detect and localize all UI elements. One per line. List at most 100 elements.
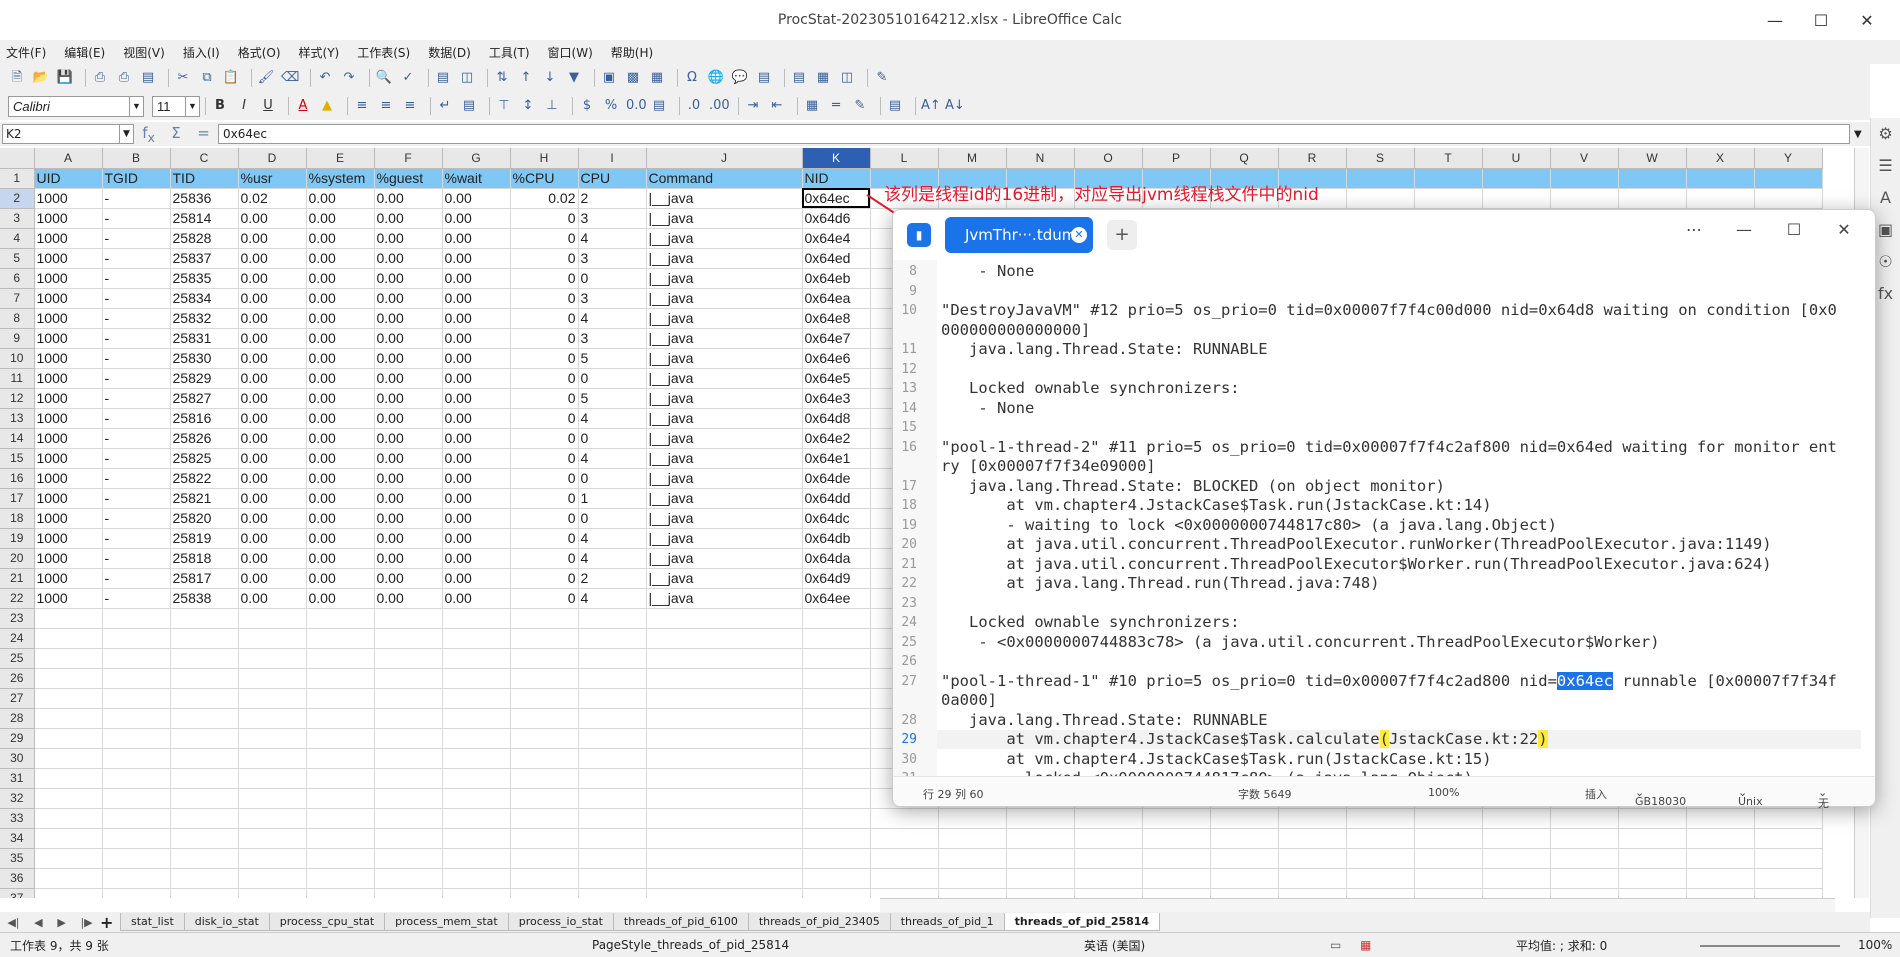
row-header[interactable]: 13 xyxy=(0,408,35,429)
cell[interactable]: 0.00 xyxy=(306,248,375,269)
cell[interactable]: 1000 xyxy=(34,348,103,369)
cell[interactable] xyxy=(578,888,647,898)
cell[interactable]: 0.00 xyxy=(442,448,511,469)
cell[interactable]: 25829 xyxy=(170,368,239,389)
cell[interactable] xyxy=(442,608,511,629)
cell[interactable] xyxy=(374,848,443,869)
currency-icon[interactable]: $ xyxy=(578,97,596,115)
cell[interactable] xyxy=(578,808,647,829)
cell[interactable] xyxy=(170,648,239,669)
cell[interactable]: 0.00 xyxy=(442,508,511,529)
cell[interactable]: 0.00 xyxy=(306,268,375,289)
text-direction-icon-2[interactable]: A↓ xyxy=(945,97,965,115)
cell[interactable] xyxy=(646,788,803,809)
cell[interactable]: 0.00 xyxy=(306,588,375,609)
cell[interactable] xyxy=(802,668,871,689)
minimize-icon[interactable]: — xyxy=(1752,11,1798,30)
cell[interactable]: - xyxy=(102,208,171,229)
cell[interactable] xyxy=(442,728,511,749)
find-icon[interactable]: 🔍 xyxy=(375,69,393,87)
cell[interactable]: 0.00 xyxy=(374,588,443,609)
cell[interactable] xyxy=(170,688,239,709)
add-tab-button[interactable]: + xyxy=(1107,220,1137,250)
cell[interactable] xyxy=(306,648,375,669)
cell[interactable]: 0.00 xyxy=(306,568,375,589)
cell[interactable]: 0.00 xyxy=(238,548,307,569)
cell[interactable]: 0.00 xyxy=(374,408,443,429)
cell[interactable] xyxy=(238,888,307,898)
cell[interactable]: 0.00 xyxy=(306,388,375,409)
cell[interactable] xyxy=(1414,168,1483,189)
insert-mode[interactable]: 插入 xyxy=(1585,786,1607,802)
sheet-tab[interactable]: disk_io_stat xyxy=(183,913,270,931)
font-size-combo[interactable]: 11 ▼ xyxy=(152,95,200,117)
eol-select[interactable]: Unix ⌄ xyxy=(1738,786,1763,808)
cell[interactable] xyxy=(306,828,375,849)
cell[interactable] xyxy=(510,668,579,689)
cell[interactable]: |__java xyxy=(646,528,803,549)
cell[interactable] xyxy=(1482,808,1551,829)
row-header[interactable]: 10 xyxy=(0,348,35,369)
cell[interactable]: 0.00 xyxy=(442,548,511,569)
row-header[interactable]: 17 xyxy=(0,488,35,509)
cell[interactable]: 0x64ea xyxy=(802,288,871,309)
draw-icon[interactable]: ✎ xyxy=(873,69,891,87)
cell[interactable]: 25816 xyxy=(170,408,239,429)
image-icon[interactable]: ▣ xyxy=(600,69,618,87)
decrease-indent-icon[interactable]: ⇤ xyxy=(768,97,786,115)
cell[interactable]: 0.00 xyxy=(442,268,511,289)
column-header[interactable]: V xyxy=(1550,148,1619,169)
cell[interactable] xyxy=(1142,888,1211,898)
cell[interactable] xyxy=(170,888,239,898)
cell[interactable]: 0.00 xyxy=(306,368,375,389)
align-top-icon[interactable]: ⊤ xyxy=(495,97,513,115)
cell[interactable] xyxy=(938,888,1007,898)
row-header[interactable]: 7 xyxy=(0,288,35,309)
cell[interactable] xyxy=(374,808,443,829)
cell[interactable]: 0 xyxy=(510,268,579,289)
cell[interactable]: 25814 xyxy=(170,208,239,229)
row-header[interactable]: 30 xyxy=(0,748,35,769)
cell[interactable] xyxy=(1754,188,1823,209)
row-header[interactable]: 29 xyxy=(0,728,35,749)
cell[interactable]: 0 xyxy=(510,368,579,389)
cell[interactable]: 0x64de xyxy=(802,468,871,489)
last-sheet-icon[interactable]: |▶ xyxy=(80,916,92,929)
cell[interactable] xyxy=(510,868,579,889)
cell[interactable]: %CPU xyxy=(510,168,579,189)
cell[interactable]: 0 xyxy=(510,428,579,449)
row-header[interactable]: 33 xyxy=(0,808,35,829)
cell[interactable]: |__java xyxy=(646,248,803,269)
cell[interactable] xyxy=(102,728,171,749)
cell[interactable] xyxy=(510,708,579,729)
row-header[interactable]: 18 xyxy=(0,508,35,529)
cell[interactable]: 4 xyxy=(578,408,647,429)
sort-desc-icon[interactable]: ↓ xyxy=(541,69,559,87)
cell[interactable]: 0.00 xyxy=(238,428,307,449)
cell[interactable] xyxy=(802,608,871,629)
zoom-slider[interactable] xyxy=(1700,945,1840,947)
cell[interactable]: - xyxy=(102,388,171,409)
cell[interactable] xyxy=(1754,888,1823,898)
cell[interactable]: 0.00 xyxy=(374,388,443,409)
cell[interactable]: 0 xyxy=(510,328,579,349)
cell[interactable]: 0.00 xyxy=(374,568,443,589)
column-header[interactable]: K xyxy=(802,148,871,169)
cell[interactable] xyxy=(102,828,171,849)
cell[interactable] xyxy=(938,848,1007,869)
cell[interactable] xyxy=(1074,828,1143,849)
cell[interactable]: 0x64e4 xyxy=(802,228,871,249)
row-header[interactable]: 32 xyxy=(0,788,35,809)
cell[interactable]: 0 xyxy=(578,368,647,389)
first-sheet-icon[interactable]: ◀| xyxy=(7,916,19,929)
cell[interactable] xyxy=(1414,828,1483,849)
cell[interactable] xyxy=(1142,828,1211,849)
cell[interactable] xyxy=(646,888,803,898)
align-middle-icon[interactable]: ↕ xyxy=(519,97,537,115)
cell[interactable]: 1000 xyxy=(34,528,103,549)
cell[interactable] xyxy=(170,708,239,729)
cell[interactable] xyxy=(102,888,171,898)
menu-edit[interactable]: 编辑(E) xyxy=(64,44,105,61)
cell[interactable] xyxy=(1074,848,1143,869)
cell[interactable] xyxy=(1550,868,1619,889)
